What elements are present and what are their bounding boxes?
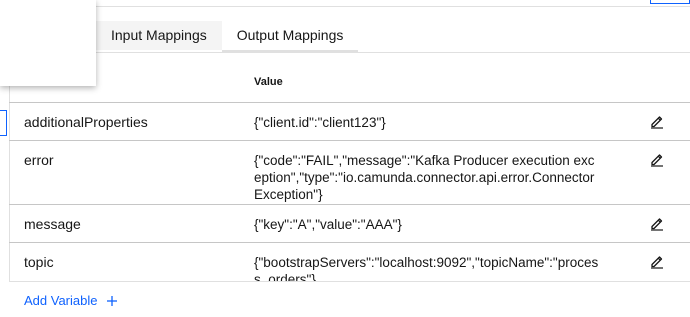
variable-name: message bbox=[24, 216, 81, 232]
variable-name: additionalProperties bbox=[24, 114, 148, 130]
table-row: additionalProperties {"client.id":"clien… bbox=[9, 102, 690, 141]
table-row: error {"code":"FAIL","message":"Kafka Pr… bbox=[9, 140, 690, 205]
variable-value: {"code":"FAIL","message":"Kafka Producer… bbox=[254, 153, 595, 202]
edit-icon[interactable] bbox=[649, 253, 665, 269]
tabs-divider bbox=[9, 52, 690, 53]
mappings-tabs: Input Mappings Output Mappings bbox=[96, 21, 359, 52]
edit-icon[interactable] bbox=[649, 151, 665, 167]
column-header-value: Value bbox=[254, 76, 283, 88]
selected-item-marker bbox=[0, 110, 7, 136]
variable-value: {"key":"A","value":"AAA"} bbox=[254, 217, 402, 232]
table-row: topic {"bootstrapServers":"localhost:909… bbox=[9, 242, 690, 282]
variable-name: topic bbox=[24, 254, 54, 270]
tab-output-mappings[interactable]: Output Mappings bbox=[221, 21, 359, 52]
toolbar-button-partial[interactable] bbox=[650, 0, 690, 4]
variable-value: {"bootstrapServers":"localhost:9092","to… bbox=[254, 255, 599, 282]
edit-icon[interactable] bbox=[649, 113, 665, 129]
overflow-menu-popover bbox=[0, 0, 96, 86]
variable-value: {"client.id":"client123"} bbox=[254, 115, 386, 130]
edit-icon[interactable] bbox=[649, 215, 665, 231]
plus-icon bbox=[107, 295, 118, 306]
add-variable-label: Add Variable bbox=[24, 293, 98, 308]
top-toolbar-edge bbox=[9, 0, 690, 7]
variables-panel: Input Mappings Output Mappings Name Valu… bbox=[0, 0, 690, 317]
add-variable-button[interactable]: Add Variable bbox=[24, 293, 118, 308]
table-row: message {"key":"A","value":"AAA"} bbox=[9, 204, 690, 243]
table-footer: Add Variable bbox=[9, 281, 690, 317]
tab-input-mappings[interactable]: Input Mappings bbox=[96, 21, 222, 50]
variable-name: error bbox=[24, 152, 54, 168]
